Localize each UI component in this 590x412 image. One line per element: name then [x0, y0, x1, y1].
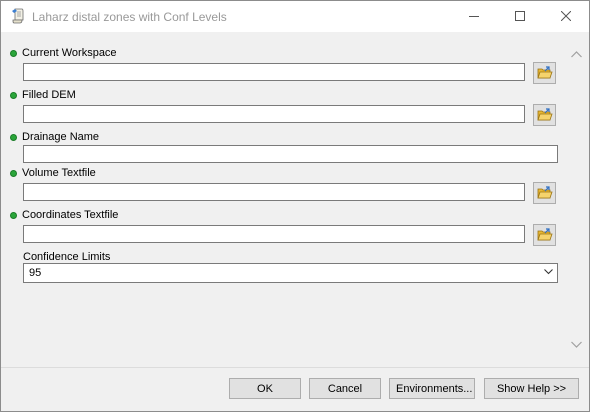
title-bar: Laharz distal zones with Conf Levels	[1, 1, 589, 32]
minimize-icon	[469, 16, 479, 17]
maximize-button[interactable]	[497, 1, 543, 32]
window-title: Laharz distal zones with Conf Levels	[32, 10, 227, 24]
environments-button[interactable]: Environments...	[389, 378, 475, 399]
script-tool-icon	[10, 8, 26, 24]
confidence-limits-select[interactable]: 95	[23, 263, 558, 283]
open-folder-icon	[537, 66, 553, 79]
required-dot-icon	[10, 170, 17, 177]
required-dot-icon	[10, 134, 17, 141]
drainage-name-label: Drainage Name	[22, 131, 100, 143]
current-workspace-input[interactable]	[23, 63, 525, 81]
required-dot-icon	[10, 212, 17, 219]
coordinates-textfile-input[interactable]	[23, 225, 525, 243]
scroll-down-icon[interactable]	[571, 341, 582, 348]
minimize-button[interactable]	[451, 1, 497, 32]
required-dot-icon	[10, 92, 17, 99]
open-folder-icon	[537, 186, 553, 199]
maximize-icon	[515, 11, 525, 21]
required-dot-icon	[10, 50, 17, 57]
drainage-name-input[interactable]	[23, 145, 558, 163]
filled-dem-input[interactable]	[23, 105, 525, 123]
current-workspace-label: Current Workspace	[22, 47, 117, 59]
volume-textfile-browse-button[interactable]	[533, 182, 556, 204]
close-button[interactable]	[543, 1, 589, 32]
chevron-down-icon	[544, 269, 553, 275]
vertical-scrollbar[interactable]	[568, 43, 585, 363]
parameter-panel: Current Workspace Filled DEM Drainage Na	[3, 33, 587, 365]
confidence-limits-label: Confidence Limits	[23, 251, 111, 263]
coordinates-textfile-label: Coordinates Textfile	[22, 209, 119, 221]
scroll-up-icon[interactable]	[571, 51, 582, 58]
close-icon	[561, 11, 571, 21]
open-folder-icon	[537, 228, 553, 241]
filled-dem-browse-button[interactable]	[533, 104, 556, 126]
tool-dialog-window: Laharz distal zones with Conf Levels Cur…	[0, 0, 590, 412]
current-workspace-browse-button[interactable]	[533, 62, 556, 84]
filled-dem-label: Filled DEM	[22, 89, 76, 101]
show-help-button[interactable]: Show Help >>	[484, 378, 579, 399]
ok-button[interactable]: OK	[229, 378, 301, 399]
volume-textfile-label: Volume Textfile	[22, 167, 96, 179]
footer-divider	[1, 367, 589, 368]
coordinates-textfile-browse-button[interactable]	[533, 224, 556, 246]
volume-textfile-input[interactable]	[23, 183, 525, 201]
confidence-limits-value: 95	[29, 267, 42, 279]
cancel-button[interactable]: Cancel	[309, 378, 381, 399]
open-folder-icon	[537, 108, 553, 121]
